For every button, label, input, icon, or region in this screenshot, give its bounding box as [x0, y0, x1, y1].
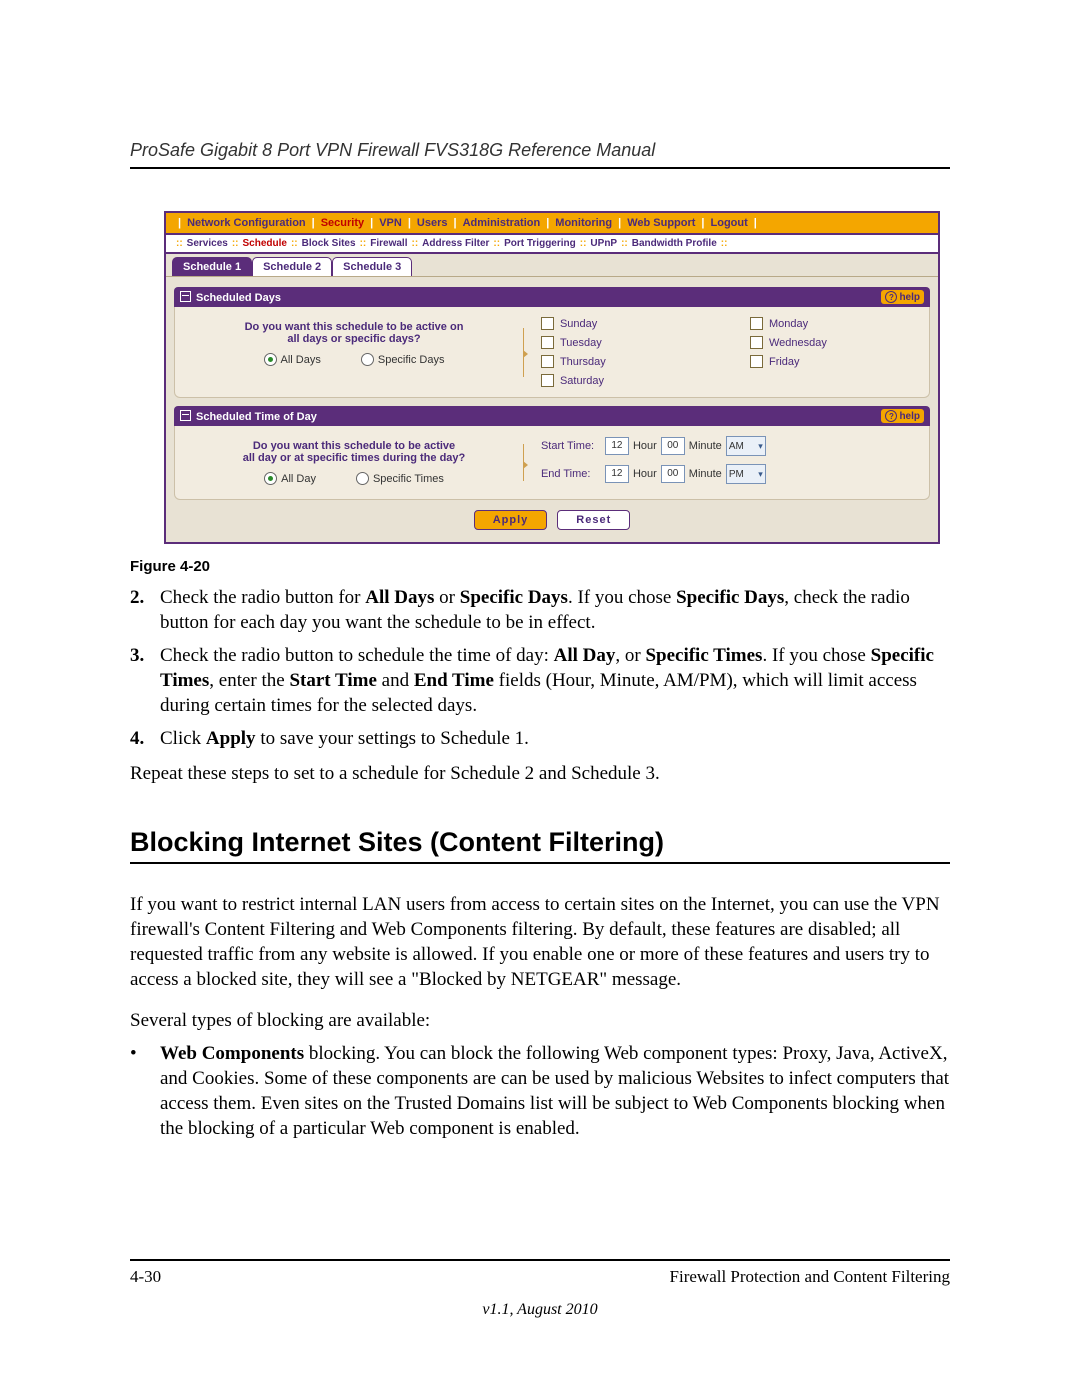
nav-security[interactable]: Security — [321, 217, 364, 229]
bullet-text: Web Components blocking. You can block t… — [160, 1041, 950, 1141]
days-question-l2: all days or specific days? — [193, 333, 515, 345]
checkbox-sunday[interactable]: Sunday — [541, 317, 710, 330]
subnav-addressfilter[interactable]: Address Filter — [422, 238, 489, 249]
section-title-days: Scheduled Days — [196, 292, 281, 304]
section-bar-days: Scheduled Days ?help — [174, 287, 930, 307]
chevron-down-icon: ▾ — [758, 441, 763, 452]
help-icon: ? — [885, 410, 897, 422]
subnav-services[interactable]: Services — [187, 238, 228, 249]
subnav-firewall[interactable]: Firewall — [370, 238, 407, 249]
paragraph: Repeat these steps to set to a schedule … — [130, 761, 950, 786]
tab-schedule-2[interactable]: Schedule 2 — [252, 257, 332, 276]
subnav-schedule[interactable]: Schedule — [243, 238, 287, 249]
reset-button[interactable]: Reset — [557, 510, 630, 530]
time-question-l2: all day or at specific times during the … — [193, 452, 515, 464]
start-hour-input[interactable]: 12 — [605, 437, 629, 455]
help-button-time[interactable]: ?help — [881, 409, 924, 423]
step-number: 2. — [130, 585, 160, 635]
running-header: ProSafe Gigabit 8 Port VPN Firewall FVS3… — [130, 140, 950, 161]
subnav-porttrigger[interactable]: Port Triggering — [504, 238, 576, 249]
radio-all-days[interactable]: All Days — [264, 353, 321, 366]
nav-vpn[interactable]: VPN — [379, 217, 402, 229]
section-heading: Blocking Internet Sites (Content Filteri… — [130, 827, 950, 864]
collapse-icon[interactable] — [180, 291, 191, 302]
checkbox-monday[interactable]: Monday — [750, 317, 919, 330]
page-number: 4-30 — [130, 1267, 161, 1287]
help-button-days[interactable]: ?help — [881, 290, 924, 304]
apply-button[interactable]: Apply — [474, 510, 548, 530]
figure-caption: Figure 4-20 — [130, 558, 950, 575]
time-question-l1: Do you want this schedule to be active — [193, 440, 515, 452]
radio-specific-days[interactable]: Specific Days — [361, 353, 445, 366]
header-rule — [130, 167, 950, 169]
checkbox-wednesday[interactable]: Wednesday — [750, 336, 919, 349]
checkbox-friday[interactable]: Friday — [750, 355, 919, 368]
nav-admin[interactable]: Administration — [463, 217, 541, 229]
section-title-time: Scheduled Time of Day — [196, 411, 317, 423]
chevron-down-icon: ▾ — [758, 469, 763, 480]
days-question-l1: Do you want this schedule to be active o… — [193, 321, 515, 333]
sub-nav: ::Services ::Schedule ::Block Sites ::Fi… — [166, 235, 938, 254]
end-ampm-select[interactable]: PM▾ — [726, 464, 766, 484]
paragraph: If you want to restrict internal LAN use… — [130, 892, 950, 992]
nav-users[interactable]: Users — [417, 217, 448, 229]
section-bar-time: Scheduled Time of Day ?help — [174, 406, 930, 426]
step-text: Check the radio button to schedule the t… — [160, 643, 950, 718]
end-minute-input[interactable]: 00 — [661, 465, 685, 483]
step-number: 3. — [130, 643, 160, 718]
start-minute-input[interactable]: 00 — [661, 437, 685, 455]
end-hour-input[interactable]: 12 — [605, 465, 629, 483]
figure-screenshot: | Network Configuration| Security| VPN| … — [164, 211, 940, 544]
radio-all-day[interactable]: All Day — [264, 472, 316, 485]
tab-schedule-1[interactable]: Schedule 1 — [172, 257, 252, 276]
subnav-bandwidth[interactable]: Bandwidth Profile — [632, 238, 717, 249]
checkbox-saturday[interactable]: Saturday — [541, 374, 710, 387]
subnav-upnp[interactable]: UPnP — [590, 238, 617, 249]
chapter-title: Firewall Protection and Content Filterin… — [670, 1267, 950, 1287]
nav-network[interactable]: Network Configuration — [187, 217, 306, 229]
nav-websupport[interactable]: Web Support — [627, 217, 695, 229]
nav-logout[interactable]: Logout — [711, 217, 748, 229]
checkbox-thursday[interactable]: Thursday — [541, 355, 710, 368]
tab-row: Schedule 1 Schedule 2 Schedule 3 — [166, 254, 938, 277]
footer-rule — [130, 1259, 950, 1261]
main-nav: | Network Configuration| Security| VPN| … — [166, 213, 938, 235]
start-ampm-select[interactable]: AM▾ — [726, 436, 766, 456]
help-icon: ? — [885, 291, 897, 303]
step-text: Check the radio button for All Days or S… — [160, 585, 950, 635]
step-text: Click Apply to save your settings to Sch… — [160, 726, 529, 751]
tab-schedule-3[interactable]: Schedule 3 — [332, 257, 412, 276]
subnav-blocksites[interactable]: Block Sites — [302, 238, 356, 249]
paragraph: Several types of blocking are available: — [130, 1008, 950, 1033]
doc-version: v1.1, August 2010 — [130, 1301, 950, 1319]
start-time-label: Start Time: — [541, 440, 605, 452]
collapse-icon[interactable] — [180, 410, 191, 421]
checkbox-tuesday[interactable]: Tuesday — [541, 336, 710, 349]
step-number: 4. — [130, 726, 160, 751]
end-time-label: End Time: — [541, 468, 605, 480]
radio-specific-times[interactable]: Specific Times — [356, 472, 444, 485]
nav-monitoring[interactable]: Monitoring — [555, 217, 612, 229]
bullet-icon: • — [130, 1041, 160, 1141]
